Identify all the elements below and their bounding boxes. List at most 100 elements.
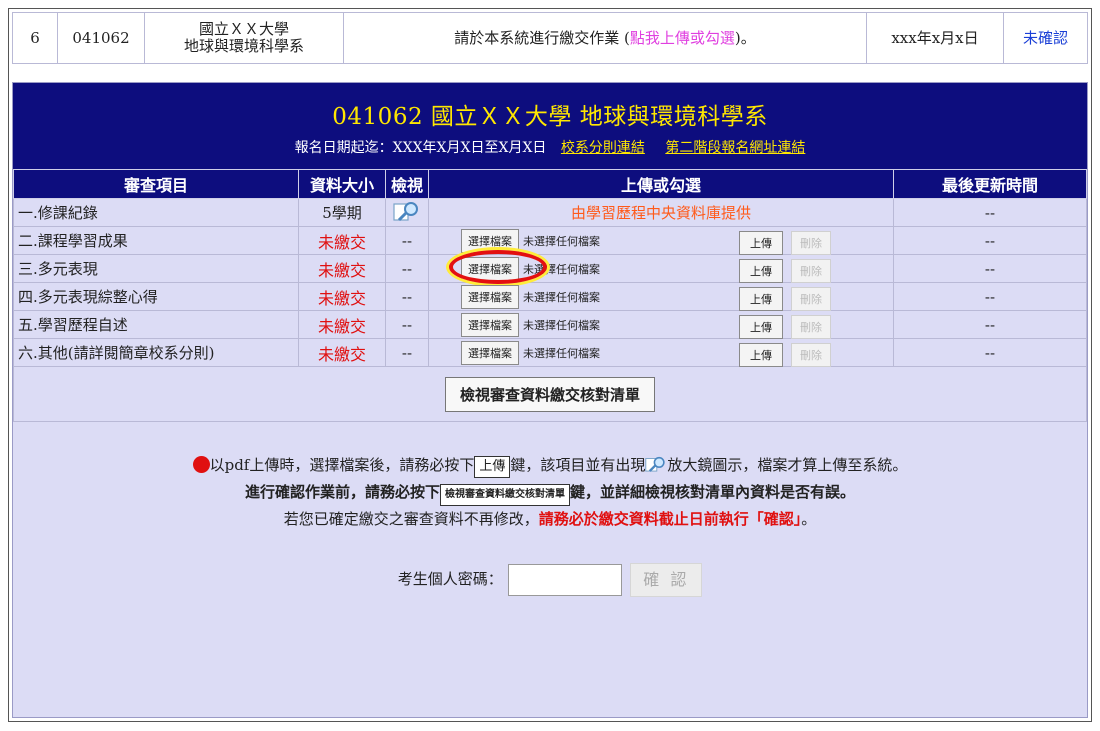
no-file-label: 未選擇任何檔案: [523, 290, 600, 304]
item-size: 未繳交: [298, 310, 386, 339]
view-cell: [385, 198, 429, 227]
choose-file-button[interactable]: 選擇檔案: [461, 312, 519, 337]
department-code: 041062: [58, 13, 145, 63]
second-stage-link[interactable]: 第二階段報名網址連結: [665, 140, 805, 156]
delete-button: 刪除: [791, 315, 831, 339]
updated-time: --: [893, 226, 1087, 255]
password-row: 考生個人密碼： 確 認: [13, 563, 1087, 597]
item-name: 五.學習歷程自述: [13, 310, 299, 339]
view-cell: --: [385, 226, 429, 255]
delete-button: 刪除: [791, 259, 831, 283]
upload-cell: 選擇檔案 未選擇任何檔案 上傳 刪除: [428, 250, 894, 284]
view-cell: --: [385, 310, 429, 339]
table-row: 二.課程學習成果 未繳交 -- 選擇檔案 未選擇任何檔案 上傳 刪除 --: [13, 226, 1087, 255]
view-cell: --: [385, 282, 429, 311]
table-row: 一.修課紀錄 5學期 由學習歷程中央資料庫提供 --: [13, 198, 1087, 227]
item-size: 未繳交: [298, 254, 386, 283]
confirm-button[interactable]: 確 認: [630, 563, 703, 597]
upload-link[interactable]: 點我上傳或勾選: [630, 29, 735, 47]
delete-button: 刪除: [791, 287, 831, 311]
note-line-2: 進行確認作業前，請務必按下 檢視審查資料繳交核對清單 鍵，並詳細檢視核對清單內資料是…: [13, 479, 1087, 506]
upload-button[interactable]: 上傳: [739, 343, 783, 367]
password-input[interactable]: [507, 564, 622, 596]
updated-time: --: [893, 198, 1087, 227]
school-name-line2: 地球與環境科學系: [183, 37, 304, 55]
col-item: 審查項目: [13, 169, 299, 199]
item-size: 未繳交: [298, 282, 386, 311]
view-checklist-button[interactable]: 檢視審查資料繳交核對清單: [444, 377, 655, 412]
col-upload: 上傳或勾選: [428, 169, 894, 199]
deadline-date: xxx年x月x日: [867, 13, 1004, 63]
note-text: 以pdf上傳時，選擇檔案後，請務必按下: [209, 456, 475, 474]
view-cell: --: [385, 338, 429, 367]
upload-cell: 選擇檔案 未選擇任何檔案 上傳 刪除: [428, 338, 894, 367]
no-file-label: 未選擇任何檔案: [523, 262, 600, 276]
note-text: 若您已確定繳交之審查資料不再修改，: [283, 510, 539, 528]
confirm-status: 未確認: [1022, 28, 1068, 47]
item-size: 未繳交: [298, 338, 386, 367]
note-text: 鍵，並詳細檢視核對清單內資料是否有誤。: [570, 483, 856, 501]
table-row: 四.多元表現綜整心得 未繳交 -- 選擇檔案 未選擇任何檔案 上傳 刪除 --: [13, 282, 1087, 311]
instructions-notes: 以pdf上傳時，選擇檔案後，請務必按下 上傳 鍵，該項目並有出現 放大鏡圖示，檔案才算…: [13, 422, 1087, 597]
item-size: 5學期: [298, 198, 386, 227]
note-line-1: 以pdf上傳時，選擇檔案後，請務必按下 上傳 鍵，該項目並有出現 放大鏡圖示，檔案才算…: [13, 452, 1087, 479]
panel-header: 041062 國立ＸＸ大學 地球與環境科學系 報名日期起迄：XXX年X月X日至X…: [13, 83, 1087, 169]
instruction-prefix: 請於本系統進行繳交作業 (: [454, 28, 630, 47]
checklist-key-illustration: 檢視審查資料繳交核對清單: [440, 484, 570, 506]
col-view: 檢視: [385, 169, 429, 199]
instruction: 請於本系統進行繳交作業 ( 點我上傳或勾選 )。: [344, 13, 867, 63]
updated-time: --: [893, 310, 1087, 339]
upload-key-illustration: 上傳: [474, 456, 511, 478]
note-line-3: 若您已確定繳交之審查資料不再修改，請務必於繳交資料截止日前執行「確認」。: [13, 506, 1087, 533]
note-text: 進行確認作業前，請務必按下: [244, 483, 440, 501]
red-dot-icon: [192, 456, 210, 473]
choose-file-button[interactable]: 選擇檔案: [461, 256, 519, 281]
note-text: 放大鏡圖示，檔案才算上傳至系統。: [667, 456, 908, 474]
table-row: 六.其他(請詳閱簡章校系分則) 未繳交 -- 選擇檔案 未選擇任何檔案 上傳 刪除…: [13, 338, 1087, 367]
instruction-suffix: )。: [734, 28, 756, 47]
delete-button: 刪除: [791, 231, 831, 255]
department-rules-link[interactable]: 校系分則連結: [561, 140, 645, 156]
school-name: 國立ＸＸ大學 地球與環境科學系: [145, 13, 344, 63]
choose-file-button[interactable]: 選擇檔案: [461, 228, 519, 253]
updated-time: --: [893, 338, 1087, 367]
password-label: 考生個人密碼：: [397, 570, 503, 588]
note-text: 。: [801, 510, 817, 528]
submission-panel: 041062 國立ＸＸ大學 地球與環境科學系 報名日期起迄：XXX年X月X日至X…: [12, 82, 1088, 718]
deadline-warning: 請務必於繳交資料截止日前執行「確認」: [538, 510, 802, 528]
item-name: 三.多元表現: [13, 254, 299, 283]
panel-subtitle: 報名日期起迄：XXX年X月X日至X月X日 校系分則連結 第二階段報名網址連結: [13, 137, 1087, 157]
upload-button[interactable]: 上傳: [739, 259, 783, 283]
review-items-table: 審查項目 資料大小 檢視 上傳或勾選 最後更新時間 一.修課紀錄 5學期 由學習…: [13, 169, 1087, 367]
col-size: 資料大小: [298, 169, 386, 199]
choose-file-button[interactable]: 選擇檔案: [461, 340, 519, 365]
item-name: 二.課程學習成果: [13, 226, 299, 255]
updated-time: --: [893, 282, 1087, 311]
registration-date: 報名日期起迄：XXX年X月X日至X月X日: [294, 140, 547, 156]
check-list-row: 檢視審查資料繳交核對清單: [13, 367, 1087, 422]
upload-button[interactable]: 上傳: [739, 315, 783, 339]
choose-file-button[interactable]: 選擇檔案: [461, 284, 519, 309]
item-size: 未繳交: [298, 226, 386, 255]
upload-cell: 選擇檔案 未選擇任何檔案 上傳 刪除: [428, 310, 894, 339]
school-name-line1: 國立ＸＸ大學: [198, 20, 289, 38]
upload-button[interactable]: 上傳: [739, 231, 783, 255]
central-database-note: 由學習歷程中央資料庫提供: [428, 198, 894, 227]
view-cell: --: [385, 254, 429, 283]
department-summary-row: 6 041062 國立ＸＸ大學 地球與環境科學系 請於本系統進行繳交作業 ( 點…: [12, 12, 1088, 64]
upload-cell: 選擇檔案 未選擇任何檔案 上傳 刪除: [428, 282, 894, 311]
no-file-label: 未選擇任何檔案: [523, 234, 600, 248]
item-name: 六.其他(請詳閱簡章校系分則): [13, 338, 299, 367]
upload-cell: 選擇檔案 未選擇任何檔案 上傳 刪除: [428, 226, 894, 255]
updated-time: --: [893, 254, 1087, 283]
col-updated: 最後更新時間: [893, 169, 1087, 199]
table-row: 三.多元表現 未繳交 -- 選擇檔案 未選擇任何檔案 上傳 刪除 --: [13, 250, 1087, 284]
item-name: 一.修課紀錄: [13, 198, 299, 227]
upload-button[interactable]: 上傳: [739, 287, 783, 311]
magnifier-icon: [645, 456, 666, 472]
no-file-label: 未選擇任何檔案: [523, 318, 600, 332]
row-number: 6: [13, 13, 58, 63]
magnifier-icon[interactable]: [393, 200, 421, 222]
item-name: 四.多元表現綜整心得: [13, 282, 299, 311]
table-header-row: 審查項目 資料大小 檢視 上傳或勾選 最後更新時間: [13, 169, 1087, 199]
